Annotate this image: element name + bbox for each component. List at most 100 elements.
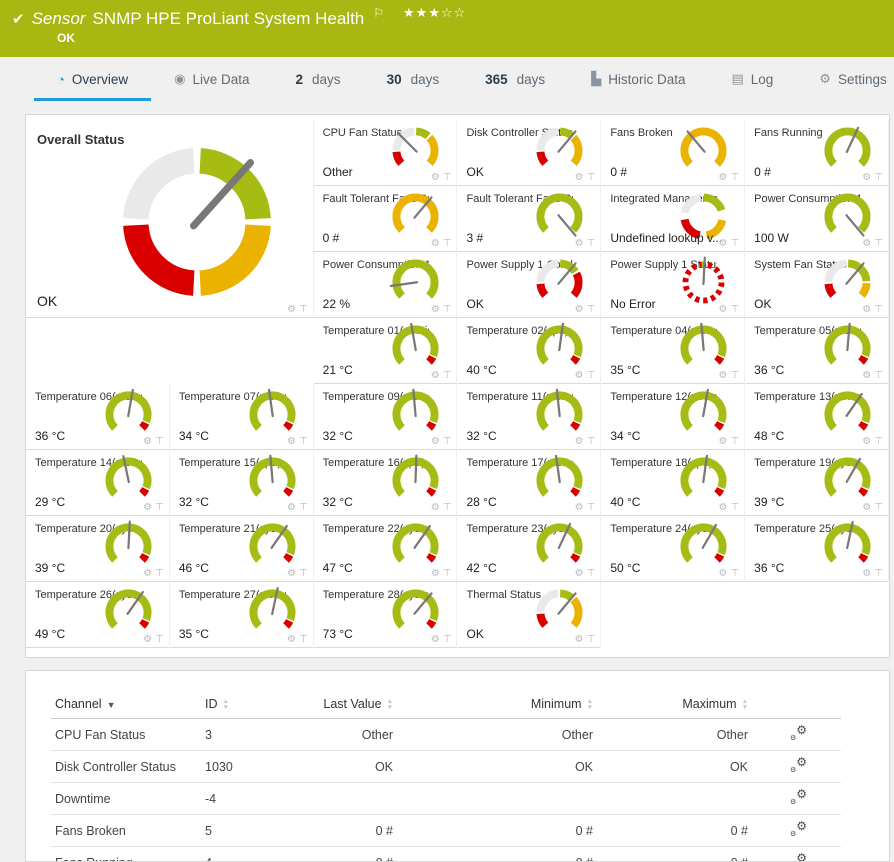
gear-icon[interactable]: ⚙ (287, 437, 296, 447)
pin-icon[interactable]: ⊤ (299, 437, 308, 447)
gear-icon[interactable]: ⚙ (575, 437, 584, 447)
channel-gauge-tile[interactable]: Temperature 23(system)42 °C⚙⊤ (457, 516, 601, 582)
gear-icon[interactable]: ⚙ (718, 569, 727, 579)
gear-icon[interactable]: ⚙ (718, 305, 727, 315)
channel-gauge-tile[interactable]: Power Supply 1 StatusNo Error⚙⊤ (601, 252, 745, 318)
gear-icon[interactable]: ⚙ (862, 437, 871, 447)
priority-stars[interactable]: ★★★☆☆ (403, 5, 466, 21)
gear-icon[interactable]: ⚙ (575, 173, 584, 183)
gear-icon[interactable]: ⚙ (143, 437, 152, 447)
column-header-actions[interactable] (752, 691, 841, 719)
channel-gauge-tile[interactable]: Temperature 20(system)39 °C⚙⊤ (26, 516, 170, 582)
gear-icon[interactable]: ⚙ (575, 239, 584, 249)
channel-gauge-tile[interactable]: Fans Broken0 #⚙⊤ (601, 120, 745, 186)
pin-icon[interactable]: ⊤ (587, 437, 596, 447)
column-header-channel[interactable]: Channel▼ (51, 691, 201, 719)
gear-icon[interactable]: ⚙ (575, 503, 584, 513)
gear-icon[interactable]: ⚙ (431, 371, 440, 381)
pin-icon[interactable]: ⊤ (299, 503, 308, 513)
channel-gauge-tile[interactable]: Power Consumption 1 ...22 %⚙⊤ (314, 252, 458, 318)
pin-icon[interactable]: ⊤ (874, 239, 883, 249)
channel-gauge-tile[interactable]: Temperature 01(ambie...21 °C⚙⊤ (314, 318, 458, 384)
channel-gauge-tile[interactable]: Temperature 14(memo...29 °C⚙⊤ (26, 450, 170, 516)
channel-gauge-tile[interactable]: Temperature 27(storag...35 °C⚙⊤ (170, 582, 314, 648)
pin-icon[interactable]: ⊤ (730, 305, 739, 315)
star-empty-icon[interactable]: ☆ (441, 5, 454, 20)
tab-30-days[interactable]: 30days (364, 57, 463, 101)
channel-settings-icon[interactable]: ⚙⚙ (790, 726, 807, 740)
channel-gauge-tile[interactable]: CPU Fan StatusOther⚙⊤ (314, 120, 458, 186)
pin-icon[interactable]: ⊤ (730, 569, 739, 579)
channel-gauge-tile[interactable]: Integrated Manageme...Undefined lookup v… (601, 186, 745, 252)
pin-icon[interactable]: ⊤ (874, 371, 883, 381)
column-header-id[interactable]: ID▲▼ (201, 691, 297, 719)
channel-gauge-tile[interactable]: Fans Running0 #⚙⊤ (745, 120, 889, 186)
gear-icon[interactable]: ⚙ (287, 305, 296, 315)
gear-icon[interactable]: ⚙ (862, 569, 871, 579)
channel-gauge-tile[interactable]: System Fan StatusOK⚙⊤ (745, 252, 889, 318)
tab-historic-data[interactable]: ▙Historic Data (568, 57, 708, 101)
pin-icon[interactable]: ⊤ (155, 503, 164, 513)
gear-icon[interactable]: ⚙ (718, 371, 727, 381)
column-header-maximum[interactable]: Maximum▲▼ (597, 691, 752, 719)
channel-gauge-tile[interactable]: Temperature 17(memo...28 °C⚙⊤ (457, 450, 601, 516)
gear-icon[interactable]: ⚙ (287, 569, 296, 579)
channel-gauge-tile[interactable]: Fault Tolerant Fans Ru...3 #⚙⊤ (457, 186, 601, 252)
gear-icon[interactable]: ⚙ (718, 173, 727, 183)
pin-icon[interactable]: ⊤ (587, 371, 596, 381)
pin-icon[interactable]: ⊤ (443, 437, 452, 447)
tab-overview[interactable]: ◔Overview (34, 57, 151, 101)
pin-icon[interactable]: ⊤ (874, 437, 883, 447)
pin-icon[interactable]: ⊤ (587, 305, 596, 315)
channel-gauge-tile[interactable]: Temperature 24(system)50 °C⚙⊤ (601, 516, 745, 582)
pin-icon[interactable]: ⊤ (443, 239, 452, 249)
channel-gauge-tile[interactable]: Power Consumption 1100 W⚙⊤ (745, 186, 889, 252)
pin-icon[interactable]: ⊤ (587, 635, 596, 645)
channel-gauge-tile[interactable]: Temperature 07(memo...34 °C⚙⊤ (170, 384, 314, 450)
pin-icon[interactable]: ⊤ (155, 635, 164, 645)
channel-gauge-tile[interactable]: Fault Tolerant Fans Bro...0 #⚙⊤ (314, 186, 458, 252)
gear-icon[interactable]: ⚙ (862, 173, 871, 183)
gear-icon[interactable]: ⚙ (431, 569, 440, 579)
pin-icon[interactable]: ⊤ (155, 569, 164, 579)
channel-gauge-tile[interactable]: Temperature 16(cpu)32 °C⚙⊤ (314, 450, 458, 516)
pin-icon[interactable]: ⊤ (874, 503, 883, 513)
pin-icon[interactable]: ⊤ (299, 305, 308, 315)
pin-icon[interactable]: ⊤ (587, 569, 596, 579)
channel-gauge-tile[interactable]: Thermal StatusOK⚙⊤ (457, 582, 601, 648)
channel-gauge-tile[interactable]: Temperature 12(power...34 °C⚙⊤ (601, 384, 745, 450)
gear-icon[interactable]: ⚙ (718, 437, 727, 447)
channel-gauge-tile[interactable]: Temperature 06(memo...36 °C⚙⊤ (26, 384, 170, 450)
channel-gauge-tile[interactable]: Temperature 22(system)47 °C⚙⊤ (314, 516, 458, 582)
channel-gauge-tile[interactable]: Temperature 26(system)49 °C⚙⊤ (26, 582, 170, 648)
gear-icon[interactable]: ⚙ (431, 635, 440, 645)
gear-icon[interactable]: ⚙ (862, 503, 871, 513)
flag-icon[interactable]: ⚐ (373, 6, 384, 20)
channel-settings-icon[interactable]: ⚙⚙ (790, 854, 807, 862)
pin-icon[interactable]: ⊤ (443, 371, 452, 381)
gear-icon[interactable]: ⚙ (718, 503, 727, 513)
pin-icon[interactable]: ⊤ (443, 305, 452, 315)
star-filled-icon[interactable]: ★ (428, 5, 441, 20)
star-empty-icon[interactable]: ☆ (454, 5, 467, 20)
channel-gauge-tile[interactable]: Temperature 05(memo...36 °C⚙⊤ (745, 318, 889, 384)
channel-gauge-tile[interactable]: Temperature 18(cpu)40 °C⚙⊤ (601, 450, 745, 516)
channel-gauge-tile[interactable]: Temperature 02(cpu)40 °C⚙⊤ (457, 318, 601, 384)
gear-icon[interactable]: ⚙ (431, 503, 440, 513)
pin-icon[interactable]: ⊤ (730, 239, 739, 249)
star-filled-icon[interactable]: ★ (416, 5, 429, 20)
star-filled-icon[interactable]: ★ (403, 5, 416, 20)
pin-icon[interactable]: ⊤ (587, 239, 596, 249)
channel-gauge-tile[interactable]: Temperature 19(system)39 °C⚙⊤ (745, 450, 889, 516)
channel-gauge-tile[interactable]: Temperature 28(system)73 °C⚙⊤ (314, 582, 458, 648)
pin-icon[interactable]: ⊤ (443, 503, 452, 513)
overall-status-tile[interactable]: Overall StatusOK⚙⊤ (26, 120, 314, 318)
column-header-minimum[interactable]: Minimum▲▼ (397, 691, 597, 719)
tab-log[interactable]: ▤Log (708, 57, 796, 101)
tab-settings[interactable]: ⚙Settings (796, 57, 894, 101)
pin-icon[interactable]: ⊤ (443, 569, 452, 579)
tab-live-data[interactable]: ◉Live Data (151, 57, 272, 101)
tab-2-days[interactable]: 2days (273, 57, 364, 101)
pin-icon[interactable]: ⊤ (587, 173, 596, 183)
gear-icon[interactable]: ⚙ (431, 305, 440, 315)
